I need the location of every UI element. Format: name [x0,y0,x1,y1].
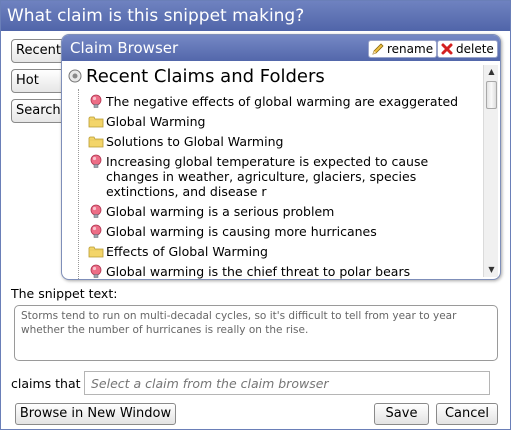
tree-claim-item[interactable]: The negative effects of global warming a… [88,91,480,111]
tree-item-label: Solutions to Global Warming [106,133,284,149]
pencil-icon [372,43,384,55]
claim-tree: Recent Claims and Folders The negative e… [62,61,480,279]
tree-folder-item[interactable]: Global Warming [88,111,480,131]
claim-select-input[interactable] [84,371,490,395]
delete-button[interactable]: delete [437,40,498,58]
tree-claim-item[interactable]: Global warming is causing more hurricane… [88,221,480,241]
claim-browser-scrollbar[interactable]: ▲ ▼ [483,65,498,277]
delete-x-icon [441,43,453,55]
tree-item-label: The negative effects of global warming a… [106,93,459,109]
rename-button[interactable]: rename [368,40,438,58]
tree-item-label: Increasing global temperature is expecte… [106,153,429,199]
folder-icon [88,116,104,127]
claim-bulb-icon [90,94,102,108]
scroll-up-arrow-icon[interactable]: ▲ [484,65,499,79]
save-button[interactable]: Save [374,403,429,425]
claim-dialog: What claim is this snippet making? Recen… [0,0,511,430]
tree-root-label: Recent Claims and Folders [86,65,325,87]
claims-that-label: claims that [11,376,81,391]
claim-browser-header: Claim Browser rename delete [62,35,500,61]
tree-guide-line [78,89,79,279]
folder-icon [88,136,104,147]
claim-browser-title: Claim Browser [70,39,179,57]
tree-folder-item[interactable]: Effects of Global Warming [88,241,480,261]
scroll-down-arrow-icon[interactable]: ▼ [484,263,499,277]
snippet-text-box: Storms tend to run on multi-decadal cycl… [14,305,498,361]
claim-bulb-icon [90,204,102,218]
delete-label: delete [456,42,494,56]
cancel-button[interactable]: Cancel [436,403,498,425]
claim-bulb-icon [90,264,102,278]
tree-claim-item[interactable]: Global warming is a serious problem [88,201,480,221]
claim-bulb-icon [90,224,102,238]
claim-bulb-icon [90,154,102,168]
folder-icon [88,246,104,257]
tree-item-label: Effects of Global Warming [106,243,268,259]
root-node-icon [68,69,82,83]
tree-root[interactable]: Recent Claims and Folders [68,65,325,87]
dialog-title: What claim is this snippet making? [1,1,510,31]
tree-claim-item[interactable]: Global warming is the chief threat to po… [88,261,480,279]
tree-item-label: Global warming is the chief threat to po… [106,263,411,279]
rename-label: rename [387,42,434,56]
tree-item-label: Global warming is a serious problem [106,203,335,219]
tree-folder-item[interactable]: Solutions to Global Warming [88,131,480,151]
tree-item-label: Global warming is causing more hurricane… [106,223,377,239]
tree-list: The negative effects of global warming a… [88,91,480,279]
scrollbar-thumb[interactable] [486,81,497,109]
tree-claim-item[interactable]: Increasing global temperature is expecte… [88,151,480,201]
browse-new-window-button[interactable]: Browse in New Window [15,403,176,425]
claim-browser-panel: Claim Browser rename delete Recent Claim… [61,34,501,280]
snippet-label: The snippet text: [11,286,118,301]
tree-item-label: Global Warming [106,113,206,129]
